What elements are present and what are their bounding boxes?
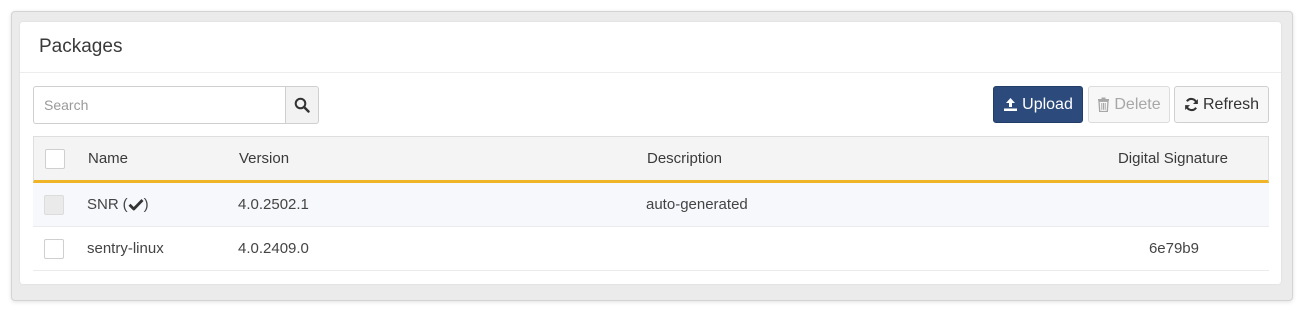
upload-icon (1004, 98, 1018, 111)
package-name: sentry-linux (87, 240, 164, 257)
package-version: 4.0.2502.1 (238, 196, 309, 213)
table-row[interactable]: SNR ( ) 4.0.2502.1 auto-generated (33, 183, 1269, 227)
package-version: 4.0.2409.0 (238, 240, 309, 257)
package-signature: 6e79b9 (1148, 240, 1199, 257)
row-checkbox[interactable] (44, 238, 64, 259)
packages-table: Name Version Description Digital Signatu… (33, 136, 1269, 271)
panel-title: Packages (39, 36, 123, 57)
panel-header: Packages (20, 22, 1281, 73)
select-all-checkbox[interactable] (45, 148, 65, 169)
packages-panel-frame: Packages Upload (11, 11, 1293, 301)
search-input[interactable] (33, 86, 285, 124)
column-header-version[interactable]: Version (239, 137, 289, 180)
refresh-icon (1185, 97, 1198, 112)
column-header-digital-signature[interactable]: Digital Signature (1118, 137, 1228, 180)
package-name-text: SNR (87, 196, 119, 213)
column-header-description[interactable]: Description (647, 137, 722, 180)
search-icon (294, 97, 310, 113)
package-description: auto-generated (646, 196, 748, 213)
check-icon (128, 198, 144, 211)
package-name: SNR ( ) (87, 183, 149, 226)
search-group (33, 86, 319, 124)
trash-icon (1098, 97, 1110, 112)
packages-panel: Packages Upload (20, 22, 1281, 284)
row-select-cell (44, 183, 64, 226)
table-row[interactable]: sentry-linux 4.0.2409.0 6e79b9 (33, 227, 1269, 271)
select-all-cell (45, 137, 65, 180)
upload-button[interactable]: Upload (993, 86, 1083, 123)
row-select-cell (44, 227, 64, 270)
upload-label: Upload (1022, 95, 1073, 113)
delete-button[interactable]: Delete (1088, 86, 1170, 123)
refresh-label: Refresh (1202, 95, 1260, 113)
toolbar: Upload Delete (33, 86, 1269, 124)
column-header-name[interactable]: Name (88, 137, 128, 180)
delete-label: Delete (1114, 95, 1161, 113)
row-checkbox[interactable] (44, 194, 64, 215)
paren-close: ) (143, 196, 149, 213)
refresh-button[interactable]: Refresh (1174, 86, 1269, 123)
search-button[interactable] (285, 86, 319, 124)
table-header: Name Version Description Digital Signatu… (33, 136, 1269, 183)
